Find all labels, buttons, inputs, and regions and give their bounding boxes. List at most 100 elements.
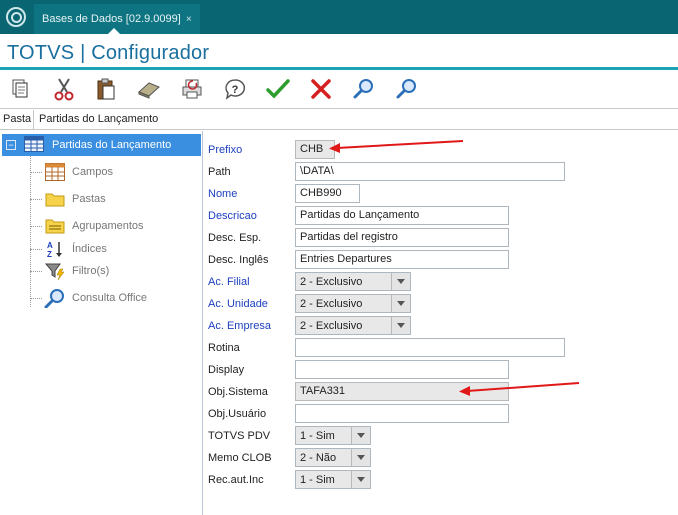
desc-esp-label: Desc. Esp. [208, 232, 262, 244]
cancel-icon[interactable] [307, 76, 335, 102]
ac-filial-select[interactable]: 2 - Exclusivo [295, 272, 411, 291]
path-label: Path [208, 166, 231, 178]
row-obj-usuario: Obj.Usuário [204, 402, 678, 424]
toolbar: ? [0, 72, 678, 106]
dropdown-arrow-icon[interactable] [391, 317, 410, 334]
display-label: Display [208, 364, 245, 376]
obj-sistema-label: Obj.Sistema [208, 386, 268, 398]
obj-usuario-label: Obj.Usuário [208, 408, 267, 420]
tree-root-label: Partidas do Lançamento [52, 139, 172, 151]
row-ac-empresa: Ac. Empresa 2 - Exclusivo [204, 314, 678, 336]
tab-label: Bases de Dados [02.9.0099] [42, 13, 181, 25]
sort-az-icon: AZ [44, 239, 66, 259]
pasta-field[interactable]: Partidas do Lançamento [33, 110, 678, 129]
dropdown-arrow-icon[interactable] [391, 273, 410, 290]
ac-empresa-select[interactable]: 2 - Exclusivo [295, 316, 411, 335]
tree-item-agrupamentos[interactable]: Agrupamentos [30, 215, 144, 237]
desc-ingles-field[interactable]: Entries Departures [295, 250, 509, 269]
folder-icon [44, 189, 66, 209]
memo-clob-select[interactable]: 2 - Não [295, 448, 371, 467]
pasta-bar: Pasta Partidas do Lançamento [0, 108, 678, 130]
dropdown-arrow-icon[interactable] [351, 427, 370, 444]
nome-field[interactable]: CHB990 [295, 184, 360, 203]
row-display: Display [204, 358, 678, 380]
row-obj-sistema: Obj.Sistema TAFA331 [204, 380, 678, 402]
obj-usuario-field[interactable] [295, 404, 509, 423]
confirm-icon[interactable] [264, 76, 292, 102]
svg-text:?: ? [232, 84, 239, 96]
svg-text:A: A [47, 241, 53, 250]
dropdown-arrow-icon[interactable] [351, 449, 370, 466]
collapse-icon[interactable]: − [6, 140, 16, 150]
paste-icon[interactable] [92, 76, 120, 102]
tree-root-partidas[interactable]: − Partidas do Lançamento [2, 134, 201, 156]
pasta-label: Pasta [3, 113, 32, 125]
ac-unidade-value: 2 - Exclusivo [300, 298, 363, 310]
rec-aut-inc-label: Rec.aut.Inc [208, 474, 264, 486]
totvs-logo-icon[interactable] [6, 7, 26, 27]
row-path: Path \DATA\ [204, 160, 678, 182]
row-nome: Nome CHB990 [204, 182, 678, 204]
row-desc-esp: Desc. Esp. Partidas del registro [204, 226, 678, 248]
ac-filial-value: 2 - Exclusivo [300, 276, 363, 288]
path-field[interactable]: \DATA\ [295, 162, 565, 181]
ac-unidade-select[interactable]: 2 - Exclusivo [295, 294, 411, 313]
eraser-icon[interactable] [135, 76, 163, 102]
tree-item-label: Índices [72, 243, 107, 255]
tree-item-indices[interactable]: AZ Índices [30, 238, 107, 260]
search-icon [44, 288, 66, 308]
app-title: TOTVS | Configurador [7, 42, 210, 64]
row-rec-aut-inc: Rec.aut.Inc 1 - Sim [204, 468, 678, 490]
tree-item-consulta-office[interactable]: Consulta Office [30, 287, 147, 309]
ac-unidade-label: Ac. Unidade [208, 298, 268, 310]
descricao-field[interactable]: Partidas do Lançamento [295, 206, 509, 225]
totvs-pdv-select[interactable]: 1 - Sim [295, 426, 371, 445]
search-icon[interactable] [350, 76, 378, 102]
search-next-icon[interactable] [393, 76, 421, 102]
rec-aut-inc-select[interactable]: 1 - Sim [295, 470, 371, 489]
desc-esp-field[interactable]: Partidas del registro [295, 228, 509, 247]
row-ac-filial: Ac. Filial 2 - Exclusivo [204, 270, 678, 292]
ac-empresa-value: 2 - Exclusivo [300, 320, 363, 332]
display-field[interactable] [295, 360, 509, 379]
tree-item-campos[interactable]: Campos [30, 161, 113, 183]
ac-empresa-label: Ac. Empresa [208, 320, 271, 332]
tree-item-filtros[interactable]: Filtro(s) [30, 260, 109, 282]
memo-clob-label: Memo CLOB [208, 452, 272, 464]
tree-item-label: Campos [72, 166, 113, 178]
rec-aut-inc-value: 1 - Sim [300, 474, 335, 486]
table-properties-form: Prefixo CHB Path \DATA\ Nome CHB990 Desc… [204, 131, 678, 515]
annotation-arrow-prefixo [329, 140, 464, 153]
rotina-field[interactable] [295, 338, 565, 357]
title-bar: TOTVS | Configurador [0, 34, 678, 70]
tree-item-pastas[interactable]: Pastas [30, 188, 106, 210]
memo-clob-value: 2 - Não [300, 452, 337, 464]
desc-ingles-label: Desc. Inglês [208, 254, 269, 266]
top-bar: Bases de Dados [02.9.0099] × [0, 0, 678, 34]
tree-panel: − Partidas do Lançamento Campos Pastas A… [0, 131, 203, 515]
rotina-label: Rotina [208, 342, 240, 354]
folder-group-icon [44, 216, 66, 236]
tab-close-icon[interactable]: × [186, 14, 192, 25]
cut-icon[interactable] [50, 76, 78, 102]
totvs-pdv-value: 1 - Sim [300, 430, 335, 442]
prefixo-label: Prefixo [208, 144, 243, 156]
annotation-arrow-obj-sistema [459, 382, 580, 396]
descricao-label: Descricao [208, 210, 257, 222]
help-icon[interactable]: ? [221, 76, 249, 102]
tree-item-label: Consulta Office [72, 292, 148, 304]
totvs-pdv-label: TOTVS PDV [208, 430, 271, 442]
row-ac-unidade: Ac. Unidade 2 - Exclusivo [204, 292, 678, 314]
ac-filial-label: Ac. Filial [208, 276, 250, 288]
tree-item-label: Pastas [72, 193, 106, 205]
print-icon[interactable] [178, 76, 206, 102]
dropdown-arrow-icon[interactable] [351, 471, 370, 488]
row-descricao: Descricao Partidas do Lançamento [204, 204, 678, 226]
row-rotina: Rotina [204, 336, 678, 358]
copy-icon[interactable] [6, 76, 34, 102]
dropdown-arrow-icon[interactable] [391, 295, 410, 312]
filter-icon [44, 261, 66, 281]
row-memo-clob: Memo CLOB 2 - Não [204, 446, 678, 468]
tree-item-label: Agrupamentos [72, 220, 144, 232]
tree-item-label: Filtro(s) [72, 265, 110, 277]
